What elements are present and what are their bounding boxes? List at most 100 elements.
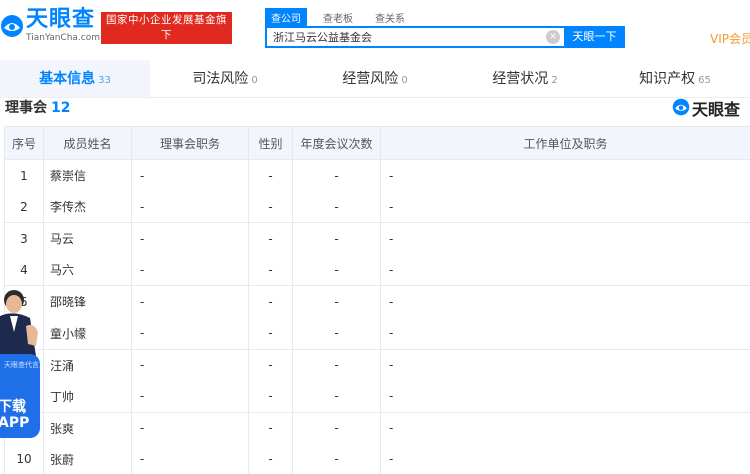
table-row: 10 张蔚 - - - - bbox=[4, 443, 750, 474]
clear-icon[interactable]: × bbox=[546, 30, 560, 44]
watermark-text: 天眼查 bbox=[692, 100, 741, 119]
search-button[interactable]: 天眼一下 bbox=[564, 26, 625, 48]
tab-label: 基本信息 bbox=[39, 71, 96, 87]
cell-name[interactable]: 蔡崇信 bbox=[43, 159, 132, 192]
site-logo[interactable]: 天眼查 TianYanCha.com bbox=[0, 8, 100, 43]
cell-attendance: - bbox=[292, 285, 381, 318]
cell-attendance: - bbox=[292, 412, 381, 444]
cell-index: 2 bbox=[4, 191, 44, 224]
cell-name[interactable]: 张蔚 bbox=[43, 443, 132, 474]
main-tabs: 基本信息 33 司法风险 0 经营风险 0 经营状况 2 知识产权 65 bbox=[0, 60, 750, 98]
top-header: 天眼查 TianYanCha.com 国家中小企业发展基金旗下 官方备案企业征信… bbox=[0, 0, 750, 60]
table-row: 9张爽---- bbox=[4, 412, 750, 444]
cell-work: - bbox=[380, 285, 750, 318]
col-header-work: 工作单位及职务 bbox=[380, 126, 750, 160]
search-input[interactable] bbox=[267, 28, 537, 46]
cell-attendance: - bbox=[292, 159, 381, 192]
cell-gender: - bbox=[248, 380, 293, 413]
cell-attendance: - bbox=[292, 191, 381, 224]
section-count: 12 bbox=[51, 100, 71, 116]
ad-spokesperson-text: 天眼查代言人 孙红雷 bbox=[4, 361, 40, 369]
tab-count: 33 bbox=[98, 75, 111, 86]
cell-index: 4 bbox=[4, 254, 44, 287]
download-panel[interactable]: 天眼查代言人 孙红雷 下载 APP › bbox=[0, 354, 40, 438]
cell-role: - bbox=[131, 191, 249, 224]
table-row: 3 马云 - - - - bbox=[4, 222, 750, 255]
table-row: 7汪涌---- bbox=[4, 349, 750, 381]
cell-work: - bbox=[380, 159, 750, 192]
logo-icon bbox=[0, 14, 24, 38]
cell-name[interactable]: 邵晓锋 bbox=[43, 285, 132, 318]
cell-attendance: - bbox=[292, 443, 381, 474]
tab-intellectual-property[interactable]: 知识产权 65 bbox=[600, 60, 750, 97]
search-tab-relation[interactable]: 查关系 bbox=[369, 8, 411, 27]
cell-attendance: - bbox=[292, 222, 381, 255]
cell-gender: - bbox=[248, 285, 293, 318]
tab-label: 司法风险 bbox=[192, 71, 249, 87]
cell-role: - bbox=[131, 443, 249, 474]
cell-work: - bbox=[380, 380, 750, 413]
cell-name[interactable]: 马六 bbox=[43, 254, 132, 287]
logo-name: 天眼查 bbox=[26, 7, 96, 32]
tab-label: 经营状况 bbox=[492, 71, 549, 87]
tab-basic-info[interactable]: 基本信息 33 bbox=[0, 60, 150, 97]
cell-name[interactable]: 李传杰 bbox=[43, 191, 132, 224]
cell-gender: - bbox=[248, 317, 293, 350]
tab-operating-status[interactable]: 经营状况 2 bbox=[450, 60, 600, 97]
cell-gender: - bbox=[248, 349, 293, 381]
cell-name[interactable]: 丁帅 bbox=[43, 380, 132, 413]
cell-role: - bbox=[131, 254, 249, 287]
tab-count: 0 bbox=[251, 75, 258, 86]
section-title: 理事会 12 bbox=[5, 97, 70, 117]
credential-badge[interactable]: 国家中小企业发展基金旗下 官方备案企业征信机构 bbox=[101, 12, 232, 56]
cell-role: - bbox=[131, 349, 249, 381]
cell-gender: - bbox=[248, 254, 293, 287]
tab-judicial-risk[interactable]: 司法风险 0 bbox=[150, 60, 300, 97]
cell-work: - bbox=[380, 443, 750, 474]
download-app-ad[interactable]: 天眼查代言人 孙红雷 下载 APP › bbox=[0, 286, 40, 440]
cell-role: - bbox=[131, 380, 249, 413]
table-row: 5 邵晓锋 - - - - bbox=[4, 285, 750, 318]
badge-line-1: 国家中小企业发展基金旗下 bbox=[106, 14, 227, 41]
cell-role: - bbox=[131, 285, 249, 318]
cell-work: - bbox=[380, 222, 750, 255]
table-row: 2 李传杰 - - - - bbox=[4, 191, 750, 224]
search-tab-boss[interactable]: 查老板 bbox=[317, 8, 359, 27]
cell-role: - bbox=[131, 412, 249, 444]
cell-work: - bbox=[380, 254, 750, 287]
tab-count: 2 bbox=[551, 75, 558, 86]
section-title-text: 理事会 bbox=[5, 100, 47, 116]
chevron-right-icon: › bbox=[22, 404, 27, 418]
cell-gender: - bbox=[248, 412, 293, 444]
cell-work: - bbox=[380, 349, 750, 381]
watermark: 天眼查 bbox=[672, 96, 740, 120]
cell-name[interactable]: 汪涌 bbox=[43, 349, 132, 381]
search-tab-company[interactable]: 查公司 bbox=[265, 8, 307, 27]
tab-label: 知识产权 bbox=[639, 71, 696, 87]
tab-count: 0 bbox=[401, 75, 408, 86]
cell-work: - bbox=[380, 317, 750, 350]
cell-index: 3 bbox=[4, 222, 44, 255]
col-header-index: 序号 bbox=[4, 126, 44, 160]
col-header-role: 理事会职务 bbox=[131, 126, 249, 160]
cell-role: - bbox=[131, 317, 249, 350]
cell-name[interactable]: 张爽 bbox=[43, 412, 132, 444]
table-row: 6童小幪---- bbox=[4, 317, 750, 350]
cell-attendance: - bbox=[292, 380, 381, 413]
badge-line-2: 官方备案企业征信机构 bbox=[111, 44, 222, 56]
cell-role: - bbox=[131, 159, 249, 192]
spokesperson-image bbox=[0, 290, 38, 356]
table-header-row: 序号 成员姓名 理事会职务 性别 年度会议次数 工作单位及职务 bbox=[4, 126, 750, 160]
cell-name[interactable]: 马云 bbox=[43, 222, 132, 255]
search-type-tabs: 查公司 查老板 查关系 bbox=[265, 8, 421, 27]
cell-work: - bbox=[380, 191, 750, 224]
tab-label: 经营风险 bbox=[342, 71, 399, 87]
cell-name[interactable]: 童小幪 bbox=[43, 317, 132, 350]
cell-gender: - bbox=[248, 159, 293, 192]
cell-work: - bbox=[380, 412, 750, 444]
tab-operating-risk[interactable]: 经营风险 0 bbox=[300, 60, 450, 97]
cell-gender: - bbox=[248, 191, 293, 224]
vip-link[interactable]: VIP会员 bbox=[710, 30, 750, 47]
board-members-table: 序号 成员姓名 理事会职务 性别 年度会议次数 工作单位及职务 1 蔡崇信 - - - -… bbox=[4, 126, 750, 474]
cell-attendance: - bbox=[292, 317, 381, 350]
